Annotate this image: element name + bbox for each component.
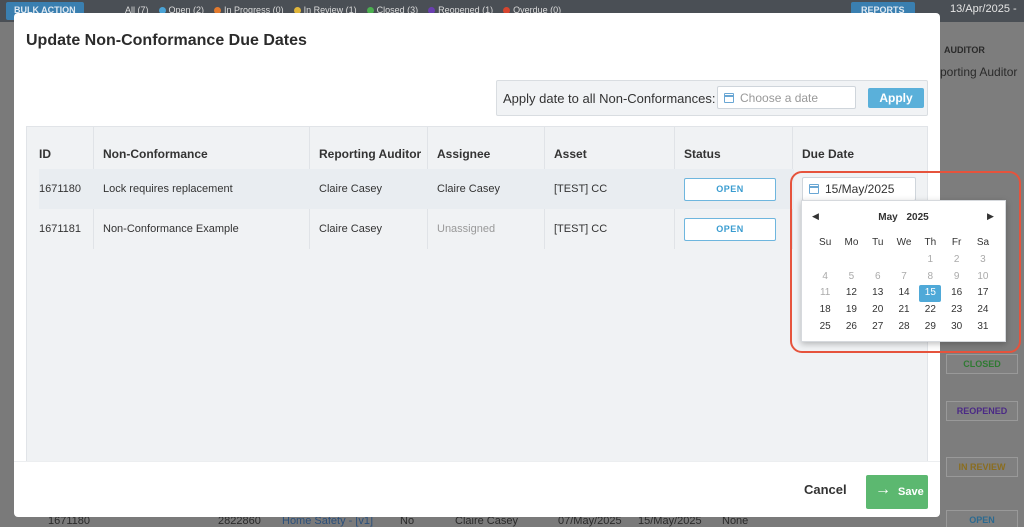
calendar-day[interactable]: 19 xyxy=(838,302,864,319)
column-header-id: ID xyxy=(39,147,51,161)
calendar-day: 7 xyxy=(901,270,907,282)
calendar-day[interactable]: 23 xyxy=(943,302,969,319)
column-header-reporting-auditor: Reporting Auditor xyxy=(319,147,422,161)
calendar-day[interactable]: 25 xyxy=(812,319,838,336)
row-reporting-auditor: Claire Casey xyxy=(319,223,382,235)
calendar-day: 11 xyxy=(819,287,831,299)
row-asset: [TEST] CC xyxy=(554,183,608,195)
row-id: 1671181 xyxy=(39,223,82,235)
calendar-month-year: May 2025 xyxy=(802,212,1005,223)
calendar-empty-cell xyxy=(865,252,891,269)
calendar-icon xyxy=(724,93,734,103)
weekday-label: Mo xyxy=(844,237,859,248)
calendar-day: 3 xyxy=(980,253,986,265)
row-asset: [TEST] CC xyxy=(554,223,608,235)
row-non-conformance: Lock requires replacement xyxy=(103,183,233,195)
calendar-day[interactable]: 27 xyxy=(865,319,891,336)
calendar-day: 2 xyxy=(953,253,960,265)
date-range: 13/Apr/2025 - xyxy=(950,3,1017,15)
weekday-label: Sa xyxy=(976,237,990,248)
arrow-right-icon: → xyxy=(875,481,891,498)
calendar-day: 10 xyxy=(977,270,989,282)
status-badge-in-review: IN REVIEW xyxy=(946,457,1018,477)
table-row: 1671181 Non-Conformance Example Claire C… xyxy=(39,209,794,249)
weekday-label: Tu xyxy=(872,237,884,248)
column-header-asset: Asset xyxy=(554,147,587,161)
calendar-day[interactable]: 16 xyxy=(943,285,969,302)
weekday-label: Fr xyxy=(951,237,962,248)
calendar-year[interactable]: 2025 xyxy=(906,212,928,223)
apply-all-panel: Apply date to all Non-Conformances: Choo… xyxy=(496,80,928,116)
apply-all-label: Apply date to all Non-Conformances: xyxy=(503,91,716,106)
calendar-day: 4 xyxy=(822,270,828,282)
column-header-non-conformance: Non-Conformance xyxy=(103,147,208,161)
column-header-assignee: Assignee xyxy=(437,147,491,161)
status-badge[interactable]: OPEN xyxy=(684,218,776,241)
modal-title: Update Non-Conformance Due Dates xyxy=(26,32,307,49)
calendar-day[interactable]: 26 xyxy=(838,319,864,336)
row-reporting-auditor: Claire Casey xyxy=(319,183,382,195)
calendar-grid: Su Mo Tu We Th Fr Sa 1 2 3 4 5 6 7 8 9 10 11 12 13 14 15 16 17 1… xyxy=(812,235,996,336)
column-header-status: Status xyxy=(684,147,721,161)
calendar-day: 5 xyxy=(848,270,855,282)
calendar-day: 8 xyxy=(927,270,934,282)
status-badge-closed: CLOSED xyxy=(946,354,1018,374)
calendar-empty-cell xyxy=(838,252,864,269)
column-header-due-date: Due Date xyxy=(802,147,855,161)
calendar-day[interactable]: 28 xyxy=(891,319,917,336)
calendar-day[interactable]: 30 xyxy=(943,319,969,336)
calendar-day: 1 xyxy=(927,253,934,265)
weekday-label: Su xyxy=(819,237,832,248)
modal-footer: Cancel → Save xyxy=(14,461,940,517)
save-label: Save xyxy=(898,486,924,498)
auditor-column-value: porting Auditor xyxy=(940,65,1018,79)
calendar-day: 9 xyxy=(953,270,960,282)
calendar-day[interactable]: 13 xyxy=(865,285,891,302)
calendar-day[interactable]: 17 xyxy=(970,285,996,302)
calendar-empty-cell xyxy=(812,252,838,269)
weekday-label: We xyxy=(896,237,912,248)
save-button[interactable]: → Save xyxy=(866,475,928,509)
row-assignee: Unassigned xyxy=(437,223,496,235)
calendar-day[interactable]: 21 xyxy=(891,302,917,319)
calendar-day[interactable]: 12 xyxy=(838,285,864,302)
calendar-day[interactable]: 31 xyxy=(970,319,996,336)
calendar-day[interactable]: 14 xyxy=(891,285,917,302)
calendar-day-selected[interactable]: 15 xyxy=(919,285,942,303)
row-id: 1671180 xyxy=(39,183,82,195)
calendar-month[interactable]: May xyxy=(878,212,897,223)
calendar-day[interactable]: 18 xyxy=(812,302,838,319)
auditor-column-header: AUDITOR xyxy=(944,45,985,55)
status-badge[interactable]: OPEN xyxy=(684,178,776,201)
calendar-day[interactable]: 20 xyxy=(865,302,891,319)
apply-button[interactable]: Apply xyxy=(868,88,924,108)
status-badge-reopened: REOPENED xyxy=(946,401,1018,421)
weekday-label: Th xyxy=(924,237,937,248)
table-row: 1671180 Lock requires replacement Claire… xyxy=(39,169,794,209)
row-non-conformance: Non-Conformance Example xyxy=(103,223,239,235)
calendar-day[interactable]: 29 xyxy=(917,319,943,336)
next-month-icon[interactable]: ▶ xyxy=(987,211,994,222)
date-picker-popup: ◀ May 2025 ▶ Su Mo Tu We Th Fr Sa 1 2 3 4 5 6 7 8 9 10 11… xyxy=(801,200,1006,342)
calendar-day: 6 xyxy=(874,270,881,282)
calendar-day[interactable]: 24 xyxy=(970,302,996,319)
date-placeholder: Choose a date xyxy=(740,91,819,105)
calendar-day[interactable]: 22 xyxy=(917,302,943,319)
row-assignee: Claire Casey xyxy=(437,183,500,195)
apply-all-date-input[interactable]: Choose a date xyxy=(717,86,856,109)
calendar-empty-cell xyxy=(891,252,917,269)
cancel-button[interactable]: Cancel xyxy=(804,482,847,497)
